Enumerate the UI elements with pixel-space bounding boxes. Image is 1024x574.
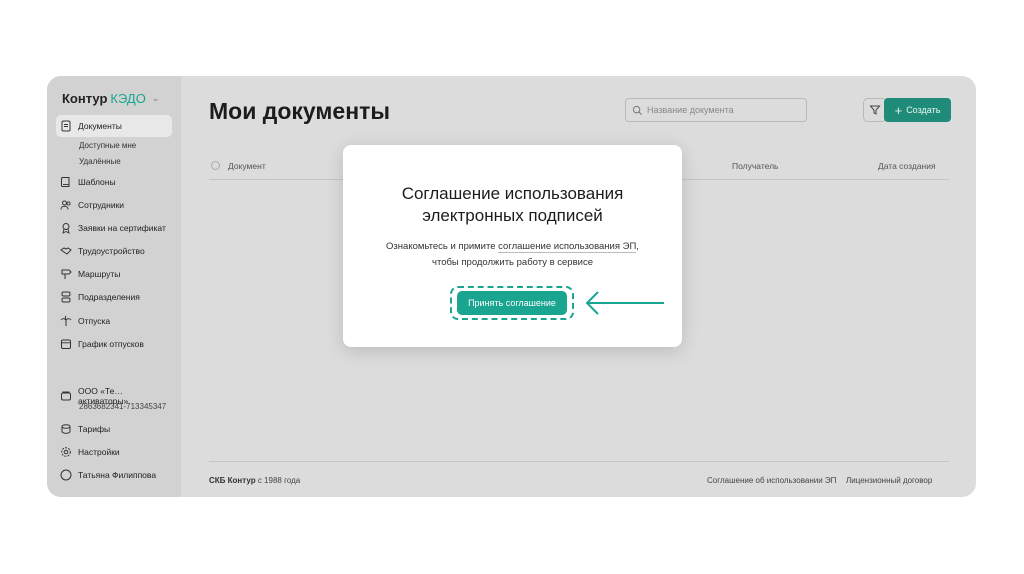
sidebar-subitem-available[interactable]: Доступные мне [79,141,136,150]
agreement-modal-link[interactable]: соглашение использования ЭП [498,241,637,253]
org-id: 2863682341-713345347 [79,402,167,411]
footer-divider [209,461,949,462]
sidebar-item-label: Трудоустройство [78,246,145,256]
sidebar-item-vacation-schedule[interactable]: График отпусков [56,333,172,355]
modal-text-after: , [636,241,639,252]
filter-icon [869,105,881,115]
column-document[interactable]: Документ [228,161,266,171]
search-box[interactable] [625,98,807,122]
footer-since: с 1988 года [257,476,301,485]
structure-icon [60,291,72,303]
sidebar-item-vacations[interactable]: Отпуска [56,310,172,332]
arrow-left-icon [585,291,664,315]
sidebar: Контур КЭДО ⌄ Документы Доступные мне Уд… [47,76,181,497]
plus-icon: + [894,102,903,118]
gear-icon [60,446,72,458]
user-name: Татьяна Филиппова [78,470,157,480]
search-input[interactable] [647,105,797,115]
footer-company: СКБ Контур [209,476,256,485]
sidebar-item-documents[interactable]: Документы [56,115,172,137]
create-button[interactable]: + Создать [884,98,951,122]
sidebar-item-label: Заявки на сертификат [78,223,166,233]
modal-text-line2: чтобы продолжить работу в сервисе [432,257,593,268]
coins-icon [60,423,72,435]
avatar-icon [60,469,72,481]
logo-brand: Контур [62,91,108,106]
sidebar-item-label: График отпусков [78,339,144,349]
sidebar-item-settings[interactable]: Настройки [56,441,172,463]
agreement-modal: Соглашение использования электронных под… [343,145,682,347]
footer-copyright: СКБ Контур с 1988 года [209,476,300,485]
signpost-icon [60,268,72,280]
search-icon [632,105,642,115]
sidebar-item-label: Настройки [78,447,120,457]
sidebar-item-label: Сотрудники [78,200,125,210]
accept-agreement-button[interactable]: Принять соглашение [457,291,567,315]
calendar-icon [60,338,72,350]
handshake-icon [60,245,72,257]
sidebar-item-tariffs[interactable]: Тарифы [56,418,172,440]
sidebar-item-label: Маршруты [78,269,121,279]
sidebar-item-profile[interactable]: Татьяна Филиппова [56,464,172,486]
page-title: Мои документы [209,98,390,124]
sidebar-item-label: Подразделения [78,292,140,302]
column-recipient[interactable]: Получатель [732,161,778,171]
logo-product: КЭДО [110,91,146,106]
modal-text-before: Ознакомьтесь и примите [386,241,499,252]
chevron-down-icon[interactable]: ⌄ [152,93,160,104]
sidebar-item-employees[interactable]: Сотрудники [56,194,172,216]
people-icon [60,199,72,211]
book-icon [60,176,72,188]
license-link[interactable]: Лицензионный договор [846,476,932,485]
sidebar-subitem-deleted[interactable]: Удалённые [79,157,121,166]
sidebar-item-certificates[interactable]: Заявки на сертификат [56,217,172,239]
sidebar-item-label: Шаблоны [78,177,116,187]
document-icon [60,120,72,132]
logo[interactable]: Контур КЭДО ⌄ [62,91,159,106]
sidebar-item-label: Документы [78,121,122,131]
sidebar-item-label: Тарифы [78,424,111,434]
sidebar-item-templates[interactable]: Шаблоны [56,171,172,193]
modal-title-line2: электронных подписей [422,206,603,225]
wallet-icon [60,390,72,402]
sidebar-item-label: Отпуска [78,316,111,326]
sidebar-item-routes[interactable]: Маршруты [56,263,172,285]
select-all-checkbox[interactable] [211,161,220,170]
modal-title: Соглашение использования электронных под… [343,183,682,227]
sidebar-item-departments[interactable]: Подразделения [56,286,172,308]
modal-description: Ознакомьтесь и примите соглашение исполь… [343,239,682,271]
palm-icon [60,315,72,327]
create-label: Создать [906,105,941,115]
certificate-icon [60,222,72,234]
modal-title-line1: Соглашение использования [401,184,624,203]
column-created[interactable]: Дата создания [878,161,936,171]
sidebar-item-employment[interactable]: Трудоустройство [56,240,172,262]
agreement-link[interactable]: Соглашение об использовании ЭП [707,476,836,485]
